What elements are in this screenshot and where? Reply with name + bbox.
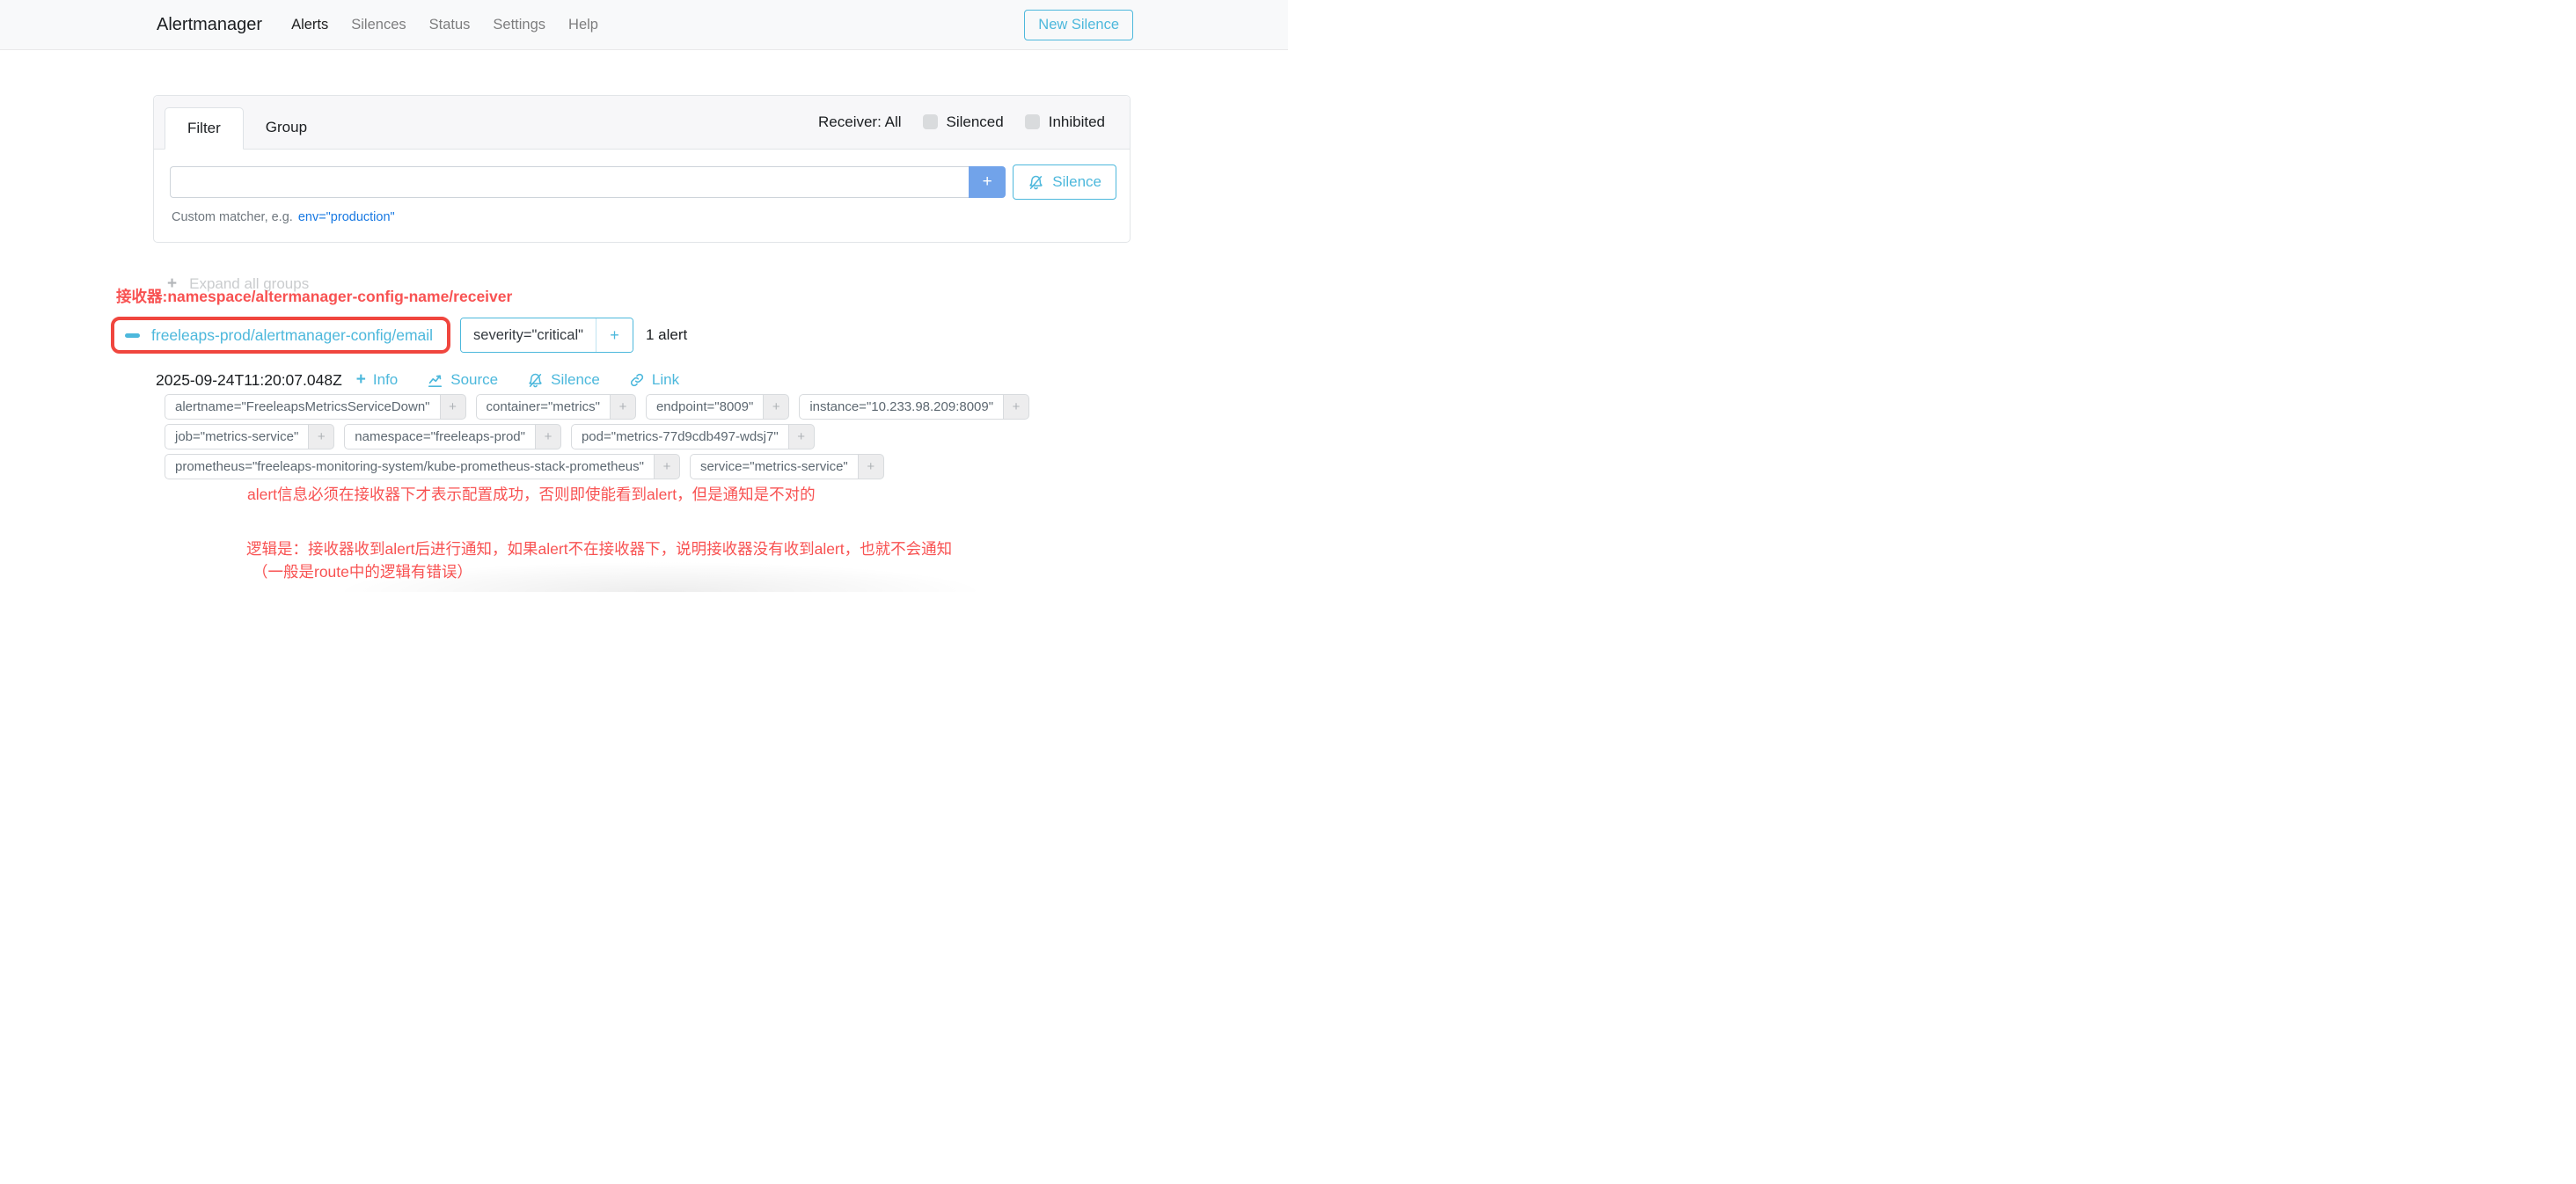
alert-label-add-filter-button[interactable]: +	[441, 394, 466, 420]
alert-info-button[interactable]: + Info	[356, 370, 398, 390]
bell-slash-icon	[1028, 174, 1044, 191]
matcher-example-link[interactable]: env="production"	[298, 210, 395, 224]
alert-label: instance="10.233.98.209:8009" +	[799, 394, 1029, 420]
nav-item-silences[interactable]: Silences	[340, 17, 417, 33]
annotation-logic-note-sub: （一般是route中的逻辑有错误）	[252, 562, 1288, 581]
alert-label-add-filter-button[interactable]: +	[536, 424, 561, 449]
alert-labels: alertname="FreeleapsMetricsServiceDown" …	[165, 394, 1288, 479]
alert-silence-button[interactable]: Silence	[527, 371, 600, 389]
nav-item-settings[interactable]: Settings	[481, 17, 557, 33]
alert-label-button[interactable]: endpoint="8009"	[646, 394, 764, 420]
silence-button-label: Silence	[1052, 173, 1101, 191]
inhibited-checkbox[interactable]: Inhibited	[1025, 113, 1105, 131]
alert-label-add-filter-button[interactable]: +	[1004, 394, 1029, 420]
alert-label: pod="metrics-77d9cdb497-wdsj7" +	[571, 424, 815, 449]
alert-label-add-filter-button[interactable]: +	[764, 394, 789, 420]
info-label: Info	[373, 371, 398, 389]
matcher-hint: Custom matcher, e.g. env="production"	[172, 210, 1116, 224]
filter-options: Receiver: All Silenced Inhibited	[818, 95, 1105, 149]
link-label: Link	[652, 371, 679, 389]
alert-label: alertname="FreeleapsMetricsServiceDown" …	[165, 394, 466, 420]
alert-group-row: freeleaps-prod/alertmanager-config/email…	[111, 317, 1288, 354]
silenced-checkbox[interactable]: Silenced	[923, 113, 1004, 131]
inhibited-checkbox-label: Inhibited	[1049, 113, 1105, 131]
link-icon	[629, 372, 645, 388]
bell-slash-icon	[527, 372, 544, 389]
group-matcher-label-button[interactable]: severity="critical"	[461, 318, 596, 352]
group-matcher-add-button[interactable]: +	[596, 318, 633, 352]
plus-icon: +	[356, 370, 366, 390]
filter-panel-header: Filter Group Receiver: All Silenced Inhi…	[154, 96, 1130, 150]
alert-label-button[interactable]: namespace="freeleaps-prod"	[344, 424, 536, 449]
alert-timestamp: 2025-09-24T11:20:07.048Z	[156, 371, 342, 390]
nav-links: Alerts Silences Status Settings Help	[280, 17, 610, 33]
annotation-receiver-note: 接收器:namespace/altermanager-config-name/r…	[116, 287, 1288, 306]
annotation-alert-note: alert信息必须在接收器下才表示配置成功，否则即使能看到alert，但是通知是…	[247, 485, 1288, 504]
checkbox-icon[interactable]	[1025, 114, 1040, 129]
group-receiver-link[interactable]: freeleaps-prod/alertmanager-config/email	[151, 326, 433, 345]
alert-label-button[interactable]: container="metrics"	[476, 394, 611, 420]
alert-label-button[interactable]: prometheus="freeleaps-monitoring-system/…	[165, 454, 655, 479]
source-label: Source	[450, 371, 498, 389]
matcher-hint-text: Custom matcher, e.g.	[172, 210, 293, 224]
annotation-highlight-box: freeleaps-prod/alertmanager-config/email	[111, 317, 450, 354]
alert-label-button[interactable]: pod="metrics-77d9cdb497-wdsj7"	[571, 424, 789, 449]
annotation-logic-note: 逻辑是：接收器收到alert后进行通知，如果alert不在接收器下，说明接收器没…	[246, 539, 1288, 559]
alert-label: job="metrics-service" +	[165, 424, 334, 449]
silence-label: Silence	[551, 371, 600, 389]
alert-label: prometheus="freeleaps-monitoring-system/…	[165, 454, 680, 479]
receiver-filter-dropdown[interactable]: Receiver: All	[818, 113, 901, 131]
alert-label-add-filter-button[interactable]: +	[309, 424, 334, 449]
alert-label: endpoint="8009" +	[646, 394, 789, 420]
add-matcher-button[interactable]: +	[969, 166, 1006, 198]
alert-source-link[interactable]: Source	[427, 371, 498, 389]
alert-label: container="metrics" +	[476, 394, 636, 420]
alert-link-button[interactable]: Link	[629, 371, 679, 389]
nav-item-help[interactable]: Help	[557, 17, 610, 33]
chart-icon	[427, 372, 443, 389]
filter-panel-body: + Silence Custom matcher, e.g. env="produ…	[154, 150, 1130, 242]
alert-label: service="metrics-service" +	[690, 454, 884, 479]
alert-label-button[interactable]: instance="10.233.98.209:8009"	[799, 394, 1004, 420]
nav-item-alerts[interactable]: Alerts	[280, 17, 340, 33]
collapse-minus-icon[interactable]	[125, 333, 140, 338]
silenced-checkbox-label: Silenced	[947, 113, 1004, 131]
checkbox-icon[interactable]	[923, 114, 938, 129]
alert-label-button[interactable]: service="metrics-service"	[690, 454, 859, 479]
alert-label: namespace="freeleaps-prod" +	[344, 424, 561, 449]
nav-item-status[interactable]: Status	[418, 17, 482, 33]
silence-button[interactable]: Silence	[1013, 164, 1116, 200]
alert-actions: + Info Source Silence	[356, 370, 679, 390]
new-silence-button[interactable]: New Silence	[1024, 10, 1133, 40]
alert-label-button[interactable]: job="metrics-service"	[165, 424, 309, 449]
filter-panel: Filter Group Receiver: All Silenced Inhi…	[153, 95, 1131, 243]
alert-label-add-filter-button[interactable]: +	[789, 424, 815, 449]
tab-filter[interactable]: Filter	[165, 107, 244, 150]
tab-group[interactable]: Group	[244, 106, 329, 149]
alert-detail-row: 2025-09-24T11:20:07.048Z + Info Source	[156, 370, 1288, 390]
app-brand[interactable]: Alertmanager	[157, 15, 262, 35]
matcher-input[interactable]	[170, 166, 969, 198]
alert-label-add-filter-button[interactable]: +	[611, 394, 636, 420]
alert-label-button[interactable]: alertname="FreeleapsMetricsServiceDown"	[165, 394, 441, 420]
alert-count: 1 alert	[646, 326, 687, 344]
matcher-input-group: +	[170, 166, 1006, 198]
top-navbar: Alertmanager Alerts Silences Status Sett…	[0, 0, 1288, 50]
alert-label-add-filter-button[interactable]: +	[859, 454, 884, 479]
group-matcher-buttons: severity="critical" +	[460, 318, 633, 353]
alert-label-add-filter-button[interactable]: +	[655, 454, 680, 479]
